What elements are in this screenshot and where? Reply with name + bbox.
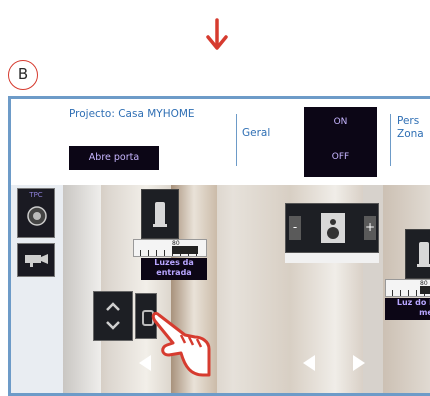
camera-button[interactable] xyxy=(17,243,55,277)
pointing-hand-icon xyxy=(151,311,211,377)
touchscreen-frame: Projecto: Casa MYHOME Abre porta Geral O… xyxy=(8,96,430,396)
zone-label-line1: Pers xyxy=(397,115,420,127)
table-dimmer-slider[interactable]: 80 xyxy=(385,279,430,297)
lamp-icon xyxy=(419,242,429,264)
up-chevron-icon xyxy=(106,302,120,311)
left-arrow-icon[interactable] xyxy=(303,355,315,371)
entrance-lamp-button[interactable] xyxy=(141,189,179,239)
entrance-dimmer-slider[interactable]: 80 xyxy=(133,239,207,257)
speaker-icon xyxy=(321,213,345,243)
step-badge: B xyxy=(8,60,38,90)
room-photo: 80 Luzes da entrada - + 80 Luz do m xyxy=(63,185,430,393)
left-arrow-icon[interactable] xyxy=(139,355,151,371)
down-chevron-icon xyxy=(106,321,120,330)
speaker-control: - + xyxy=(285,203,379,253)
project-title: Projecto: Casa MYHOME xyxy=(69,108,195,120)
right-arrow-icon[interactable] xyxy=(353,355,365,371)
shutter-control xyxy=(93,291,133,341)
phone-icon xyxy=(27,206,47,226)
entrance-lights-label: Luzes da entrada xyxy=(141,258,207,280)
open-door-button[interactable]: Abre porta xyxy=(69,146,159,170)
phone-button[interactable]: TPC xyxy=(17,188,55,238)
zone-label-line2: Zona xyxy=(397,128,424,140)
volume-down-button[interactable]: - xyxy=(289,216,301,240)
table-lamp-button[interactable] xyxy=(405,229,430,279)
separator xyxy=(236,114,237,166)
off-button[interactable]: OFF xyxy=(304,152,377,162)
separator xyxy=(390,114,391,166)
table-light-label: Luz do lad mesa xyxy=(385,298,430,320)
sidebar: TPC xyxy=(11,185,63,393)
down-arrow-icon xyxy=(206,18,228,50)
general-tab[interactable]: Geral xyxy=(242,127,270,139)
header-bar: Projecto: Casa MYHOME Abre porta Geral O… xyxy=(11,99,430,185)
camera-icon xyxy=(25,254,48,267)
on-off-panel: ON OFF xyxy=(304,107,377,177)
on-button[interactable]: ON xyxy=(304,117,377,127)
volume-up-button[interactable]: + xyxy=(364,216,376,240)
lamp-icon xyxy=(155,202,165,224)
phone-button-label: TPC xyxy=(29,191,43,199)
zone-tab[interactable]: Pers Zona xyxy=(397,115,424,141)
